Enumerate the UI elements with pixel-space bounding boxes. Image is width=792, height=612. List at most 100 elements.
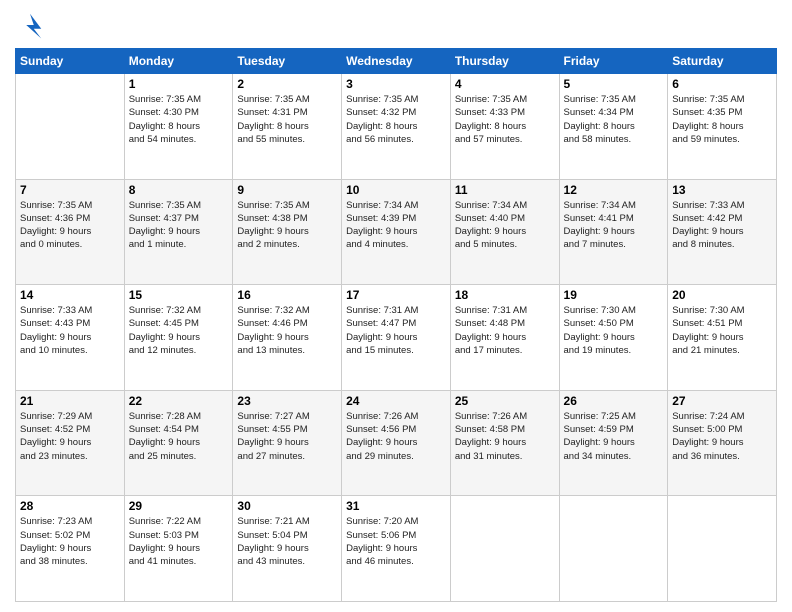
day-info: Sunrise: 7:25 AMSunset: 4:59 PMDaylight:… (564, 410, 664, 463)
calendar-cell: 10 Sunrise: 7:34 AMSunset: 4:39 PMDayligh… (342, 179, 451, 285)
calendar-week-row: 1 Sunrise: 7:35 AMSunset: 4:30 PMDaylight… (16, 74, 777, 180)
calendar-cell: 24Sunrise: 7:26 AMSunset: 4:56 PMDayligh… (342, 390, 451, 496)
calendar-cell: 20 Sunrise: 7:30 AMSunset: 4:51 PMDayligh… (668, 285, 777, 391)
calendar-cell: 15 Sunrise: 7:32 AMSunset: 4:45 PMDayligh… (124, 285, 233, 391)
day-header-wednesday: Wednesday (342, 49, 451, 74)
calendar-cell: 14 Sunrise: 7:33 AMSunset: 4:43 PMDayligh… (16, 285, 125, 391)
calendar-cell: 17 Sunrise: 7:31 AMSunset: 4:47 PMDayligh… (342, 285, 451, 391)
day-number: 2 (237, 77, 337, 91)
day-number: 17 (346, 288, 446, 302)
day-info: Sunrise: 7:20 AMSunset: 5:06 PMDaylight:… (346, 515, 446, 568)
day-info: Sunrise: 7:23 AMSunset: 5:02 PMDaylight:… (20, 515, 120, 568)
day-number: 28 (20, 499, 120, 513)
calendar-cell (16, 74, 125, 180)
day-number: 23 (237, 394, 337, 408)
day-info: Sunrise: 7:35 AMSunset: 4:31 PMDaylight:… (237, 93, 337, 146)
header (15, 10, 777, 40)
calendar-cell: 22 Sunrise: 7:28 AMSunset: 4:54 PMDayligh… (124, 390, 233, 496)
calendar-cell: 12 Sunrise: 7:34 AMSunset: 4:41 PMDayligh… (559, 179, 668, 285)
calendar-cell: 11 Sunrise: 7:34 AMSunset: 4:40 PMDayligh… (450, 179, 559, 285)
day-number: 30 (237, 499, 337, 513)
day-info: Sunrise: 7:35 AMSunset: 4:33 PMDaylight:… (455, 93, 555, 146)
calendar-cell (668, 496, 777, 602)
day-number: 4 (455, 77, 555, 91)
day-header-monday: Monday (124, 49, 233, 74)
calendar-cell: 8 Sunrise: 7:35 AMSunset: 4:37 PMDaylight… (124, 179, 233, 285)
calendar-cell: 29Sunrise: 7:22 AMSunset: 5:03 PMDayligh… (124, 496, 233, 602)
day-number: 1 (129, 77, 229, 91)
page: SundayMondayTuesdayWednesdayThursdayFrid… (0, 0, 792, 612)
day-info: Sunrise: 7:24 AMSunset: 5:00 PMDaylight:… (672, 410, 772, 463)
day-info: Sunrise: 7:33 AMSunset: 4:42 PMDaylight:… (672, 199, 772, 252)
day-info: Sunrise: 7:35 AMSunset: 4:34 PMDaylight:… (564, 93, 664, 146)
day-info: Sunrise: 7:34 AMSunset: 4:39 PMDaylight:… (346, 199, 446, 252)
day-number: 6 (672, 77, 772, 91)
day-number: 9 (237, 183, 337, 197)
calendar-cell: 4 Sunrise: 7:35 AMSunset: 4:33 PMDaylight… (450, 74, 559, 180)
day-number: 21 (20, 394, 120, 408)
calendar-week-row: 7 Sunrise: 7:35 AMSunset: 4:36 PMDaylight… (16, 179, 777, 285)
day-info: Sunrise: 7:34 AMSunset: 4:40 PMDaylight:… (455, 199, 555, 252)
calendar-cell: 19 Sunrise: 7:30 AMSunset: 4:50 PMDayligh… (559, 285, 668, 391)
calendar-cell: 16Sunrise: 7:32 AMSunset: 4:46 PMDayligh… (233, 285, 342, 391)
day-number: 22 (129, 394, 229, 408)
calendar-cell (450, 496, 559, 602)
calendar-week-row: 14 Sunrise: 7:33 AMSunset: 4:43 PMDayligh… (16, 285, 777, 391)
day-info: Sunrise: 7:34 AMSunset: 4:41 PMDaylight:… (564, 199, 664, 252)
logo (15, 10, 49, 40)
day-number: 12 (564, 183, 664, 197)
logo-icon (15, 10, 45, 40)
day-info: Sunrise: 7:26 AMSunset: 4:58 PMDaylight:… (455, 410, 555, 463)
calendar-cell: 7 Sunrise: 7:35 AMSunset: 4:36 PMDaylight… (16, 179, 125, 285)
day-info: Sunrise: 7:32 AMSunset: 4:45 PMDaylight:… (129, 304, 229, 357)
day-info: Sunrise: 7:33 AMSunset: 4:43 PMDaylight:… (20, 304, 120, 357)
day-info: Sunrise: 7:31 AMSunset: 4:47 PMDaylight:… (346, 304, 446, 357)
day-info: Sunrise: 7:30 AMSunset: 4:51 PMDaylight:… (672, 304, 772, 357)
calendar-cell: 28 Sunrise: 7:23 AMSunset: 5:02 PMDayligh… (16, 496, 125, 602)
day-info: Sunrise: 7:35 AMSunset: 4:36 PMDaylight:… (20, 199, 120, 252)
calendar-cell (559, 496, 668, 602)
day-number: 31 (346, 499, 446, 513)
day-info: Sunrise: 7:27 AMSunset: 4:55 PMDaylight:… (237, 410, 337, 463)
day-info: Sunrise: 7:21 AMSunset: 5:04 PMDaylight:… (237, 515, 337, 568)
day-number: 15 (129, 288, 229, 302)
day-number: 13 (672, 183, 772, 197)
day-number: 27 (672, 394, 772, 408)
day-number: 8 (129, 183, 229, 197)
calendar-cell: 2 Sunrise: 7:35 AMSunset: 4:31 PMDaylight… (233, 74, 342, 180)
calendar-week-row: 28 Sunrise: 7:23 AMSunset: 5:02 PMDayligh… (16, 496, 777, 602)
calendar-cell: 6 Sunrise: 7:35 AMSunset: 4:35 PMDaylight… (668, 74, 777, 180)
calendar-cell: 23 Sunrise: 7:27 AMSunset: 4:55 PMDayligh… (233, 390, 342, 496)
day-number: 7 (20, 183, 120, 197)
day-number: 14 (20, 288, 120, 302)
calendar-table: SundayMondayTuesdayWednesdayThursdayFrid… (15, 48, 777, 602)
calendar-cell: 3 Sunrise: 7:35 AMSunset: 4:32 PMDaylight… (342, 74, 451, 180)
calendar-cell: 30 Sunrise: 7:21 AMSunset: 5:04 PMDayligh… (233, 496, 342, 602)
day-info: Sunrise: 7:31 AMSunset: 4:48 PMDaylight:… (455, 304, 555, 357)
day-number: 5 (564, 77, 664, 91)
day-number: 20 (672, 288, 772, 302)
calendar-cell: 31 Sunrise: 7:20 AMSunset: 5:06 PMDayligh… (342, 496, 451, 602)
day-number: 18 (455, 288, 555, 302)
calendar-header-row: SundayMondayTuesdayWednesdayThursdayFrid… (16, 49, 777, 74)
day-info: Sunrise: 7:29 AMSunset: 4:52 PMDaylight:… (20, 410, 120, 463)
day-header-friday: Friday (559, 49, 668, 74)
day-info: Sunrise: 7:35 AMSunset: 4:35 PMDaylight:… (672, 93, 772, 146)
calendar-cell: 21 Sunrise: 7:29 AMSunset: 4:52 PMDayligh… (16, 390, 125, 496)
day-number: 29 (129, 499, 229, 513)
day-header-sunday: Sunday (16, 49, 125, 74)
day-number: 11 (455, 183, 555, 197)
day-info: Sunrise: 7:35 AMSunset: 4:38 PMDaylight:… (237, 199, 337, 252)
day-info: Sunrise: 7:26 AMSunset: 4:56 PMDaylight:… (346, 410, 446, 463)
day-info: Sunrise: 7:35 AMSunset: 4:32 PMDaylight:… (346, 93, 446, 146)
day-number: 19 (564, 288, 664, 302)
day-number: 10 (346, 183, 446, 197)
calendar-cell: 26Sunrise: 7:25 AMSunset: 4:59 PMDayligh… (559, 390, 668, 496)
day-info: Sunrise: 7:35 AMSunset: 4:30 PMDaylight:… (129, 93, 229, 146)
day-info: Sunrise: 7:30 AMSunset: 4:50 PMDaylight:… (564, 304, 664, 357)
day-info: Sunrise: 7:28 AMSunset: 4:54 PMDaylight:… (129, 410, 229, 463)
day-header-thursday: Thursday (450, 49, 559, 74)
day-info: Sunrise: 7:35 AMSunset: 4:37 PMDaylight:… (129, 199, 229, 252)
calendar-cell: 25Sunrise: 7:26 AMSunset: 4:58 PMDayligh… (450, 390, 559, 496)
day-number: 3 (346, 77, 446, 91)
